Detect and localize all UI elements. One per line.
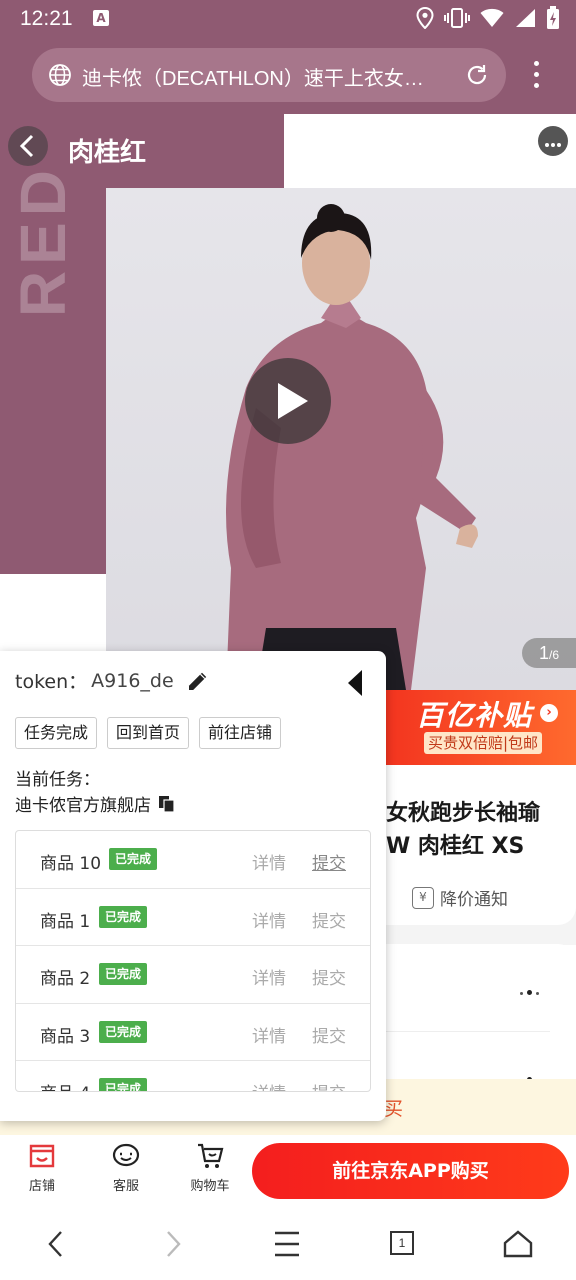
- task-name: 商品 4: [40, 1079, 90, 1091]
- product-photo[interactable]: [106, 188, 576, 690]
- model-figure: [226, 204, 478, 690]
- menu-icon[interactable]: [267, 1227, 307, 1261]
- action-bar: 店铺 客服 购物车 前往京东APP购买: [0, 1135, 576, 1207]
- reload-icon[interactable]: [464, 62, 490, 88]
- task-name: 商品 1: [40, 911, 91, 932]
- spec-more-icon[interactable]: [520, 1067, 546, 1082]
- token-value: A916_de: [91, 669, 174, 692]
- copy-icon[interactable]: [157, 794, 177, 814]
- detail-link[interactable]: 详情: [252, 907, 286, 932]
- detail-link[interactable]: 详情: [252, 849, 286, 874]
- cart-icon: [198, 1143, 224, 1168]
- store-name-row: 迪卡侬官方旗舰店: [15, 791, 177, 816]
- notification-icon: A: [93, 10, 109, 26]
- task-name: 商品 2: [40, 969, 91, 989]
- store-button[interactable]: 店铺: [12, 1141, 72, 1194]
- location-icon: [416, 7, 434, 29]
- signal-icon: [516, 9, 535, 27]
- wifi-icon: [480, 8, 504, 27]
- browser-toolbar: 迪卡侬（DECATHLON）速干上衣女…: [0, 38, 576, 114]
- submit-link[interactable]: 提交: [312, 1079, 346, 1091]
- submit-link[interactable]: 提交: [312, 1022, 346, 1047]
- play-video-icon[interactable]: [245, 358, 331, 444]
- back-icon[interactable]: [36, 1227, 76, 1261]
- current-task-label: 当前任务：: [15, 770, 100, 790]
- status-badge: 已完成: [99, 1078, 148, 1091]
- status-bar: 12:21 A: [0, 0, 576, 38]
- forward-icon[interactable]: [153, 1227, 193, 1261]
- tabs-icon[interactable]: 1: [380, 1227, 420, 1261]
- task-row: 商品 3 已完成 详情 提交: [16, 1004, 370, 1061]
- token-label: token：: [15, 671, 88, 693]
- globe-icon: [49, 64, 71, 86]
- task-panel: token： A916_de 任务完成 回到首页 前往店铺 当前任务： 迪卡侬官…: [0, 651, 386, 1121]
- price-tag-icon: ¥: [412, 886, 434, 909]
- submit-link[interactable]: 提交: [312, 964, 346, 989]
- go-home-button[interactable]: 回到首页: [107, 717, 190, 749]
- collapse-panel-icon[interactable]: [346, 669, 364, 697]
- token-row: token： A916_de: [15, 667, 210, 694]
- status-badge: 已完成: [99, 905, 148, 928]
- price-notify-label: 降价通知: [440, 890, 508, 910]
- image-page-counter: 1/6: [522, 638, 576, 668]
- task-row: 商品 1 已完成 详情 提交: [16, 889, 370, 946]
- back-button[interactable]: [8, 126, 48, 166]
- subsidy-subtitle: 买贵双倍赔|包邮: [424, 732, 543, 754]
- task-complete-button[interactable]: 任务完成: [15, 717, 98, 749]
- chevron-right-icon: ›: [540, 704, 558, 722]
- url-text: 迪卡侬（DECATHLON）速干上衣女…: [82, 68, 424, 90]
- detail-link[interactable]: 详情: [252, 1022, 286, 1047]
- go-store-button[interactable]: 前往店铺: [199, 717, 282, 749]
- product-hero: RED 肉桂红 1/6: [0, 114, 576, 690]
- status-time: 12:21: [20, 7, 73, 30]
- customer-service-button[interactable]: 客服: [96, 1141, 156, 1194]
- cart-button[interactable]: 购物车: [180, 1141, 240, 1194]
- task-name: 商品 10: [40, 854, 102, 874]
- color-name: 肉桂红: [68, 138, 147, 168]
- battery-icon: [547, 6, 559, 29]
- subsidy-title: 百亿补贴: [416, 699, 533, 732]
- status-badge: 已完成: [99, 1020, 148, 1043]
- hero-watermark: RED: [7, 164, 79, 318]
- home-icon[interactable]: [498, 1227, 538, 1261]
- buy-in-app-button[interactable]: 前往京东APP购买: [252, 1143, 569, 1199]
- task-row: 商品 2 已完成 详情 提交: [16, 946, 370, 1004]
- submit-link[interactable]: 提交: [312, 849, 346, 874]
- submit-link[interactable]: 提交: [312, 907, 346, 932]
- product-title: 女秋跑步长袖瑜 W 肉桂红 XS: [386, 801, 541, 859]
- task-row: 商品 10 已完成 详情 提交: [16, 831, 370, 889]
- store-name: 迪卡侬官方旗舰店: [15, 796, 151, 816]
- chat-icon: [112, 1143, 140, 1167]
- store-icon: [29, 1144, 55, 1168]
- chevron-left-icon: [19, 134, 34, 158]
- edit-icon[interactable]: [186, 669, 210, 693]
- price-notify-button[interactable]: ¥ 降价通知: [412, 885, 508, 910]
- browser-menu-icon[interactable]: [526, 61, 546, 91]
- status-badge: 已完成: [99, 963, 148, 985]
- status-badge: 已完成: [109, 848, 158, 870]
- task-name: 商品 3: [40, 1026, 91, 1047]
- vibrate-icon: [444, 8, 470, 28]
- more-options-button[interactable]: [538, 126, 568, 156]
- detail-link[interactable]: 详情: [252, 1079, 286, 1091]
- tab-count: 1: [390, 1231, 414, 1255]
- detail-link[interactable]: 详情: [252, 964, 286, 989]
- browser-nav-bar: 1: [0, 1207, 576, 1280]
- subsidy-banner[interactable]: 百亿补贴 › 买贵双倍赔|包邮: [384, 690, 576, 765]
- spec-more-icon[interactable]: [520, 980, 546, 995]
- url-bar[interactable]: 迪卡侬（DECATHLON）速干上衣女…: [32, 48, 506, 102]
- task-row: 商品 4 已完成 详情 提交: [16, 1061, 370, 1091]
- task-list: 商品 10 已完成 详情 提交 商品 1 已完成 详情 提交 商品 2 已完成 …: [15, 830, 371, 1092]
- status-icons: [416, 5, 560, 31]
